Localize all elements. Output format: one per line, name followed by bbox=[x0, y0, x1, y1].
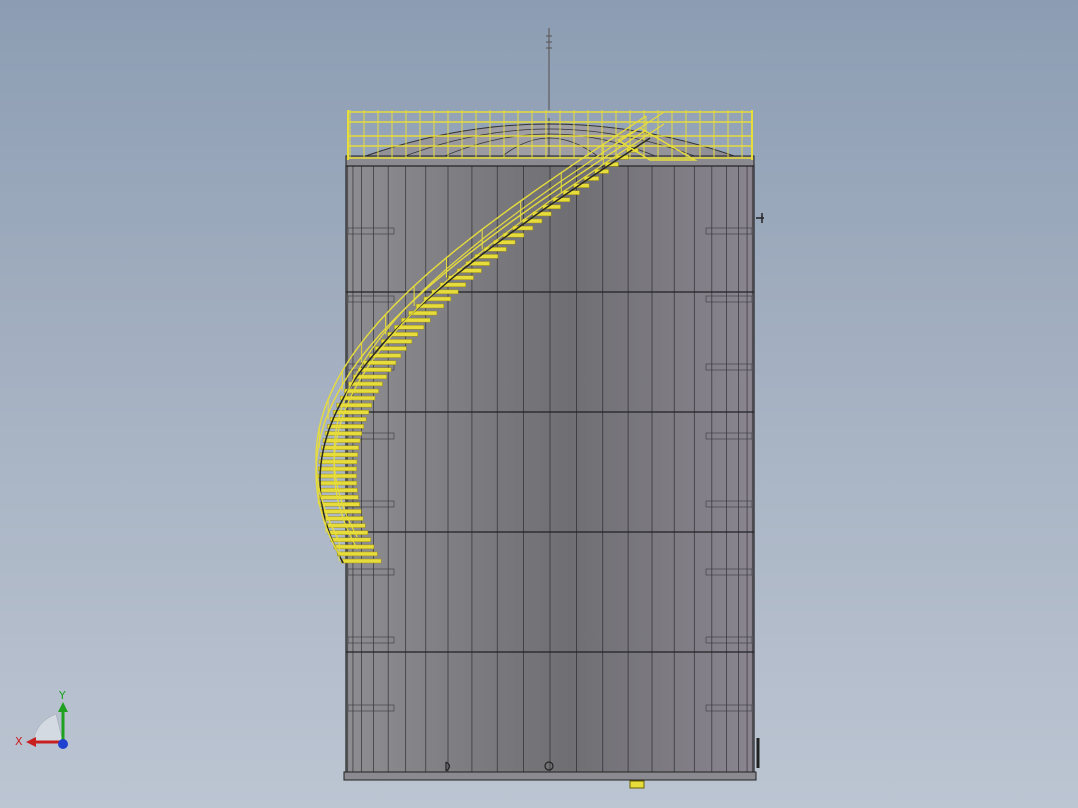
triad-x-label: X bbox=[15, 735, 23, 748]
stair-tread bbox=[318, 459, 358, 465]
stair-tread bbox=[318, 495, 359, 500]
stair-tread bbox=[327, 424, 365, 429]
triad-plane-sector bbox=[32, 713, 64, 743]
stair-tread bbox=[337, 551, 378, 557]
stair-tread bbox=[322, 438, 361, 443]
triad-y-label: Y bbox=[58, 689, 66, 702]
3d-viewport[interactable]: Y X bbox=[0, 0, 1078, 808]
stair-tread bbox=[317, 473, 357, 479]
stair-tread bbox=[324, 431, 363, 436]
stair-tread bbox=[333, 544, 375, 550]
stair-tread bbox=[319, 452, 358, 457]
roof-vent-antenna[interactable] bbox=[546, 28, 552, 110]
dome-roof[interactable] bbox=[359, 118, 741, 159]
stair-tread bbox=[318, 466, 357, 472]
stair-tread bbox=[332, 410, 370, 415]
stair-tread bbox=[329, 417, 367, 422]
triad-z-axis bbox=[58, 739, 68, 749]
stair-tread bbox=[340, 558, 382, 564]
stair-tread bbox=[321, 445, 359, 450]
bottom-sump[interactable] bbox=[629, 780, 645, 789]
stair-tread bbox=[330, 537, 371, 542]
storage-tank-model[interactable] bbox=[315, 28, 764, 789]
stair-tread bbox=[344, 388, 379, 394]
orientation-triad[interactable]: Y X bbox=[15, 689, 68, 749]
stair-tread bbox=[320, 502, 360, 507]
tank-bottom-plate bbox=[343, 771, 757, 781]
